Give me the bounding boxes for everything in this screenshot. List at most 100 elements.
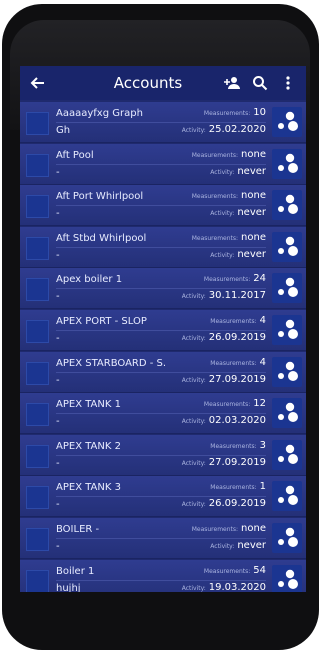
account-thumbnail (26, 444, 49, 468)
graph-button[interactable] (272, 564, 302, 592)
graph-button[interactable] (272, 481, 302, 512)
measurements-label: Measurements: (210, 317, 257, 325)
graph-nodes-icon (278, 111, 298, 131)
account-thumbnail (26, 486, 49, 510)
activity-label: Activity: (181, 293, 206, 301)
row-divider (56, 454, 266, 456)
account-name: Apex boiler 1 (56, 274, 123, 286)
account-name: Aft Port Whirlpool (56, 191, 144, 203)
activity-info: Activity: never (210, 540, 266, 551)
measurements-info: Measurements: 12 (204, 398, 266, 409)
account-subtitle: Gh (56, 125, 71, 136)
graph-button[interactable] (272, 398, 302, 429)
row-divider (56, 496, 266, 498)
activity-info: Activity: 27.09.2019 (182, 457, 266, 468)
measurements-value: 10 (253, 107, 266, 118)
activity-info: Activity: never (210, 207, 266, 218)
activity-value: 19.03.2020 (208, 581, 266, 592)
row-divider (56, 163, 266, 165)
account-thumbnail (26, 569, 49, 592)
account-row[interactable]: Aft Port Whirlpool - Measurements: none A… (20, 185, 306, 227)
account-subtitle: hujhj (56, 582, 81, 592)
measurements-value: 54 (253, 564, 266, 576)
measurements-label: Measurements: (210, 442, 257, 450)
account-thumbnail (26, 236, 49, 260)
graph-nodes-icon (278, 444, 298, 464)
graph-button[interactable] (272, 231, 302, 262)
activity-value: 26.09.2019 (208, 331, 266, 343)
account-name: APEX TANK 2 (56, 440, 121, 452)
graph-button[interactable] (272, 522, 302, 553)
graph-button[interactable] (272, 107, 302, 137)
activity-info: Activity: 30.11.2017 (182, 290, 266, 301)
measurements-value: none (241, 231, 266, 243)
measurements-info: Measurements: 3 (210, 440, 266, 451)
account-subtitle: - (56, 416, 60, 428)
measurements-label: Measurements: (191, 234, 239, 242)
measurements-info: Measurements: none (192, 149, 266, 160)
account-row[interactable]: APEX TANK 2 - Measurements: 3 Activity: 27… (20, 434, 306, 476)
activity-value: never (237, 539, 266, 551)
account-thumbnail (26, 112, 49, 135)
account-thumbnail (26, 153, 49, 177)
account-row[interactable]: APEX PORT - SLOP - Measurements: 4 Activi… (20, 309, 306, 351)
account-row[interactable]: Aft Stbd Whirlpool - Measurements: none A… (20, 226, 306, 268)
search-button[interactable] (250, 73, 270, 93)
account-subtitle: - (56, 249, 60, 261)
account-subtitle: - (56, 499, 60, 511)
account-name: APEX PORT - SLOP (56, 315, 147, 327)
activity-value: 02.03.2020 (208, 415, 266, 427)
app-bar: Accounts (20, 66, 306, 100)
add-user-button[interactable] (222, 73, 242, 93)
row-divider (56, 371, 266, 373)
activity-label: Activity: (210, 251, 235, 259)
row-divider (56, 246, 266, 248)
account-name: APEX TANK 3 (56, 482, 121, 494)
account-thumbnail (26, 361, 49, 385)
account-row[interactable]: Boiler 1 hujhj Measurements: 54 Activity:… (20, 559, 306, 592)
row-divider (56, 329, 266, 331)
graph-button[interactable] (272, 356, 302, 387)
account-row[interactable]: Aft Pool - Measurements: none Activity: ne… (20, 143, 306, 185)
activity-label: Activity: (210, 168, 235, 176)
account-row[interactable]: Aaaaayfxg Graph Gh Measurements: 10 Activ… (20, 102, 306, 143)
account-row[interactable]: BOILER - - Measurements: none Activity: ne… (20, 517, 306, 559)
account-subtitle: - (56, 540, 60, 552)
graph-nodes-icon (278, 319, 298, 339)
account-name: Aft Stbd Whirlpool (56, 232, 147, 244)
measurements-info: Measurements: 1 (210, 481, 266, 492)
account-name: Boiler 1 (56, 565, 95, 577)
graph-button[interactable] (272, 148, 302, 179)
account-list: Aaaaayfxg Graph Gh Measurements: 10 Activ… (20, 102, 306, 592)
graph-button[interactable] (272, 273, 302, 304)
measurements-label: Measurements: (210, 359, 257, 367)
activity-value: never (237, 165, 266, 177)
account-name: Aaaaayfxg Graph (56, 108, 143, 119)
account-subtitle: - (56, 332, 60, 344)
activity-info: Activity: 02.03.2020 (182, 415, 266, 426)
account-name: BOILER - (56, 523, 100, 535)
back-button[interactable] (20, 66, 54, 100)
graph-nodes-icon (278, 486, 298, 506)
graph-button[interactable] (272, 314, 302, 345)
graph-button[interactable] (272, 190, 302, 221)
account-subtitle: - (56, 457, 60, 469)
account-subtitle: - (56, 374, 60, 386)
measurements-info: Measurements: 4 (210, 357, 266, 368)
graph-button[interactable] (272, 439, 302, 470)
activity-value: 27.09.2019 (208, 456, 266, 468)
more-options-button[interactable] (278, 73, 298, 93)
account-row[interactable]: APEX STARBOARD - S... - Measurements: 4 A… (20, 351, 306, 393)
account-row[interactable]: APEX TANK 3 - Measurements: 1 Activity: 26… (20, 476, 306, 518)
measurements-info: Measurements: none (192, 523, 266, 534)
account-row[interactable]: APEX TANK 1 - Measurements: 12 Activity: 0… (20, 393, 306, 435)
graph-nodes-icon (278, 153, 298, 173)
measurements-label: Measurements: (191, 525, 239, 533)
graph-nodes-icon (278, 236, 298, 256)
account-row[interactable]: Apex boiler 1 - Measurements: 24 Activity… (20, 268, 306, 310)
graph-nodes-icon (278, 402, 298, 423)
activity-value: 27.09.2019 (208, 373, 266, 385)
activity-value: 25.02.2020 (208, 124, 266, 135)
measurements-label: Measurements: (191, 151, 239, 159)
activity-info: Activity: never (210, 166, 266, 177)
